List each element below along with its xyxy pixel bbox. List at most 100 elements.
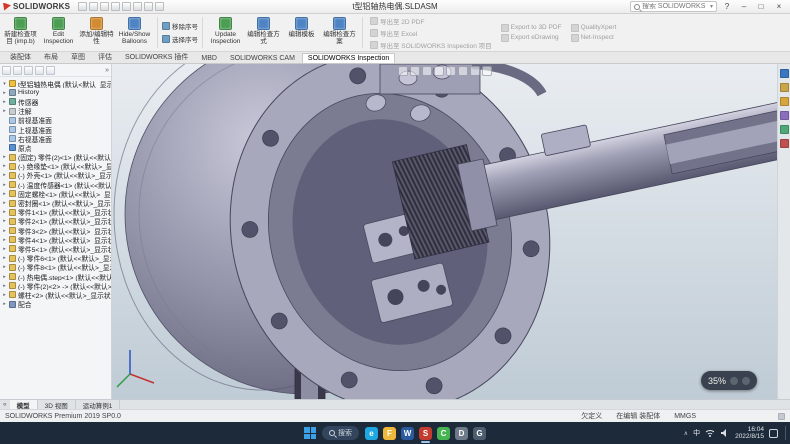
chevron-down-icon[interactable]: ▾ [710,3,713,10]
tree-caret-icon[interactable]: ▸ [2,301,7,307]
tree-item[interactable]: ▾ t型铝轴热电偶 (默认<默认_显示状态-1>) [0,79,111,88]
tree-item[interactable]: 前视基准面 [0,116,111,125]
view-orientation-icon[interactable] [434,66,444,76]
help-search-input[interactable] [642,3,708,10]
ribbon-button[interactable]: 添加/编辑特性 [78,15,115,50]
design-library-icon[interactable] [780,83,789,92]
tree-caret-icon[interactable]: ▸ [2,264,7,270]
hide-show-items-icon[interactable] [458,66,468,76]
tree-caret-icon[interactable]: ▾ [2,81,7,87]
commandmanager-tab[interactable]: 布局 [38,50,64,63]
tree-item[interactable]: ▸ History [0,88,111,97]
open-file-icon[interactable] [89,2,98,11]
tree-caret-icon[interactable]: ▸ [2,154,7,160]
tree-caret-icon[interactable]: ▸ [2,283,7,289]
help-button[interactable]: ? [720,2,734,11]
dimxpertmanager-icon[interactable] [35,66,44,75]
taskbar-app[interactable]: S [419,422,432,444]
model-view-tab[interactable]: 3D 视图 [38,400,76,409]
tree-item[interactable]: ▸ 零件5<1> (默认<<默认>_显示状态 1>) [0,244,111,253]
graphics-area[interactable]: 35% [112,64,777,399]
view-palette-icon[interactable] [780,111,789,120]
tree-caret-icon[interactable]: ▸ [2,228,7,234]
appearances-scenes-icon[interactable] [780,125,789,134]
edit-appearance-icon[interactable] [470,66,480,76]
tree-item[interactable]: ▸ (-) 外壳<1> (默认<<默认>_显示状态 1>) [0,171,111,180]
propertymanager-icon[interactable] [13,66,22,75]
tree-item[interactable]: ▸ 注解 [0,107,111,116]
commandmanager-tab[interactable]: SOLIDWORKS 插件 [119,50,194,63]
wifi-icon[interactable] [705,428,715,438]
commandmanager-tab[interactable]: MBD [195,53,223,63]
tree-item[interactable]: 上视基准面 [0,125,111,134]
tree-caret-icon[interactable]: ▸ [2,163,7,169]
section-view-icon[interactable] [422,66,432,76]
model-view-tab[interactable]: 模型 [10,400,38,409]
options-gear-icon[interactable] [155,2,164,11]
tree-item[interactable]: ▸ (-) 绝缘垫<1> (默认<<默认>_显示状态 1>) [0,162,111,171]
notification-icon[interactable] [769,429,778,438]
tree-caret-icon[interactable]: ▸ [2,90,7,96]
ribbon-button[interactable]: Hide/Show Balloons [116,15,153,50]
tree-caret-icon[interactable]: ▸ [2,191,7,197]
commandmanager-tab[interactable]: SOLIDWORKS Inspection [302,53,395,63]
undo-icon[interactable] [122,2,131,11]
start-button[interactable] [304,427,316,439]
taskbar-app[interactable]: D [455,422,468,444]
print-icon[interactable] [111,2,120,11]
tree-caret-icon[interactable]: ▸ [2,246,7,252]
tree-item[interactable]: ▸ (-) 零件(2)<2> -> (默认<<默认>_显示状态 1>) [0,281,111,290]
taskbar-app[interactable]: W [401,422,414,444]
ime-indicator[interactable]: 中 [693,428,700,438]
tree-item[interactable]: ▸ 零件1<1> (默认<<默认>_显示状态 1>) [0,208,111,217]
tab-scroll-icon[interactable]: « [0,400,10,409]
volume-icon[interactable] [720,428,730,438]
save-icon[interactable] [100,2,109,11]
tree-caret-icon[interactable]: ▸ [2,182,7,188]
panel-expand-icon[interactable]: » [105,67,109,74]
tree-caret-icon[interactable]: ▸ [2,209,7,215]
scene-icon[interactable] [482,66,492,76]
tree-item[interactable]: ▸ 配合 [0,300,111,309]
taskbar-clock[interactable]: 16:04 2022/8/15 [735,426,764,441]
taskbar-search[interactable]: 搜索 [322,426,359,440]
show-desktop-button[interactable] [785,426,787,440]
tree-caret-icon[interactable]: ▸ [2,292,7,298]
tree-item[interactable]: ▸ 传感器 [0,97,111,106]
tree-caret-icon[interactable]: ▸ [2,99,7,105]
commandmanager-tab[interactable]: 草图 [65,50,91,63]
displaymanager-icon[interactable] [46,66,55,75]
commandmanager-tab[interactable]: 装配体 [4,50,37,63]
ribbon-small-button[interactable]: 选择序号 [162,34,198,44]
rebuild-icon[interactable] [144,2,153,11]
solidworks-resources-icon[interactable] [780,69,789,78]
model-view-tab[interactable]: 运动算例1 [76,400,121,409]
taskbar-app[interactable]: F [383,422,396,444]
taskbar-app[interactable]: C [437,422,450,444]
ribbon-button[interactable]: 编辑模板 [283,15,320,50]
tree-caret-icon[interactable]: ▸ [2,172,7,178]
tray-expand-icon[interactable]: ∧ [684,430,688,437]
featuremanager-tree-icon[interactable] [2,66,11,75]
ribbon-button[interactable]: 编辑检查方案 [321,15,358,50]
minimize-button[interactable]: – [737,2,751,11]
tree-item[interactable]: ▸ (-) 热电偶.step<1> (默认<<默认>_显示状态 1>) [0,272,111,281]
tree-item[interactable]: ▸ 零件3<2> (默认<<默认>_显示状态 1>) [0,226,111,235]
tree-caret-icon[interactable]: ▸ [2,218,7,224]
tree-item[interactable]: ▸ (-) 温度传感器<1> (默认<<默认>_显示状态 1>) [0,180,111,189]
display-style-icon[interactable] [446,66,456,76]
configurationmanager-icon[interactable] [24,66,33,75]
status-tag-icon[interactable] [778,413,785,420]
ribbon-button[interactable]: Update Inspection [207,15,244,50]
ribbon-small-button[interactable]: 移除序号 [162,21,198,31]
tree-caret-icon[interactable]: ▸ [2,108,7,114]
commandmanager-tab[interactable]: 评估 [92,50,118,63]
zoom-fit-icon[interactable] [398,66,408,76]
file-explorer-icon[interactable] [780,97,789,106]
tree-caret-icon[interactable]: ▸ [2,255,7,261]
tree-item[interactable]: ▸ (-) 零件6<1> (默认<<默认>_显示状态 1>) [0,254,111,263]
maximize-button[interactable]: □ [754,2,768,11]
taskbar-app[interactable]: G [473,422,486,444]
zoom-area-icon[interactable] [410,66,420,76]
tree-caret-icon[interactable]: ▸ [2,237,7,243]
